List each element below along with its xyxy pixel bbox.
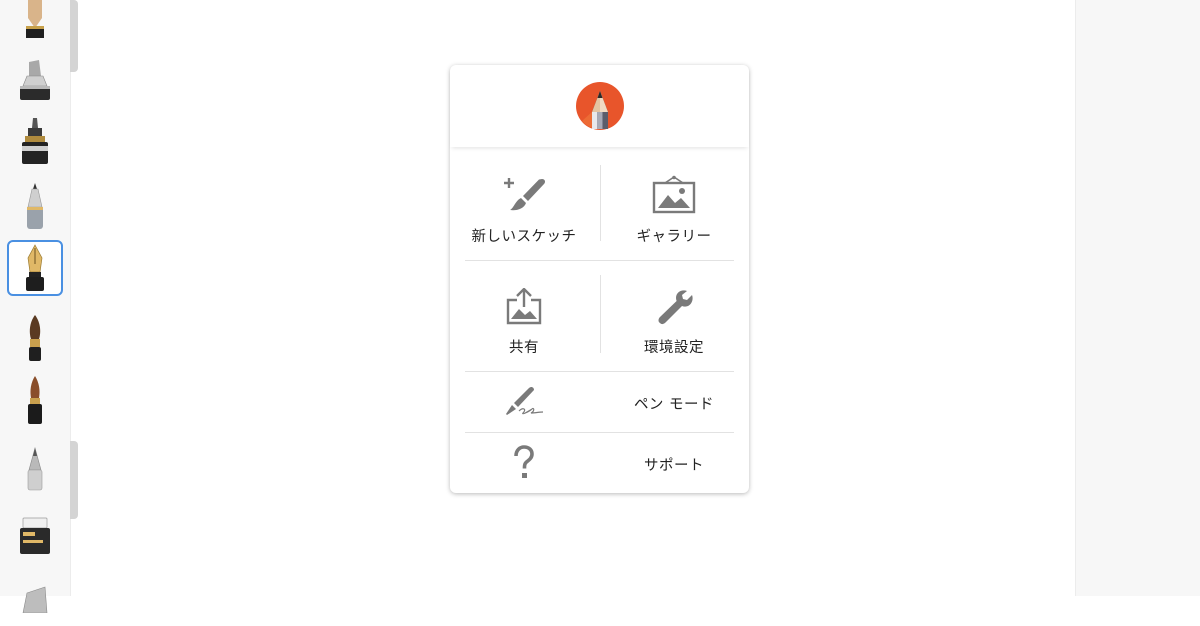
divider <box>465 260 734 261</box>
toolbar-scrollbar-thumb[interactable] <box>70 441 78 519</box>
gallery-button[interactable]: ギャラリー <box>600 170 748 246</box>
preferences-button[interactable]: 環境設定 <box>600 280 748 357</box>
menu-header <box>450 65 749 147</box>
eraser-brush-icon[interactable] <box>7 508 63 564</box>
marker-brush-icon[interactable] <box>7 52 63 108</box>
pen-mode-icon <box>506 386 544 415</box>
question-mark-icon <box>514 445 534 478</box>
brush-toolbar <box>0 0 71 613</box>
share-upload-icon <box>506 288 542 325</box>
preferences-label: 環境設定 <box>644 340 704 356</box>
new-sketch-brush-icon <box>504 178 546 211</box>
gallery-picture-icon <box>652 175 696 214</box>
pen-mode-button[interactable] <box>500 382 548 422</box>
divider <box>465 371 734 372</box>
new-sketch-label: 新しいスケッチ <box>471 229 577 245</box>
new-sketch-button[interactable]: 新しいスケッチ <box>450 170 598 246</box>
pencil-brush-icon[interactable] <box>7 0 63 46</box>
main-menu: 新しいスケッチ ギャラリー 共有 環境設定 ペン モード サポート <box>450 65 749 493</box>
share-label: 共有 <box>509 340 539 356</box>
ballpoint-pen-brush-icon[interactable] <box>7 178 63 234</box>
right-panel <box>1075 0 1200 596</box>
paintbrush-brush-icon[interactable] <box>7 310 63 366</box>
brush-pen-brush-icon[interactable] <box>7 372 63 428</box>
gallery-label: ギャラリー <box>636 229 712 245</box>
wrench-icon <box>658 290 693 325</box>
share-button[interactable]: 共有 <box>450 280 598 357</box>
divider <box>465 432 734 433</box>
pen-mode-label[interactable]: ペン モード <box>600 393 748 414</box>
toolbar-scrollbar-top[interactable] <box>70 0 78 72</box>
support-button[interactable] <box>500 443 548 483</box>
support-label[interactable]: サポート <box>600 454 748 475</box>
inking-pen-brush-icon[interactable] <box>7 113 63 169</box>
fountain-pen-brush-icon[interactable] <box>7 240 63 296</box>
chisel-marker-brush-icon[interactable] <box>7 570 63 626</box>
airbrush-brush-icon[interactable] <box>7 440 63 496</box>
sketchbook-logo-icon[interactable] <box>575 81 625 131</box>
